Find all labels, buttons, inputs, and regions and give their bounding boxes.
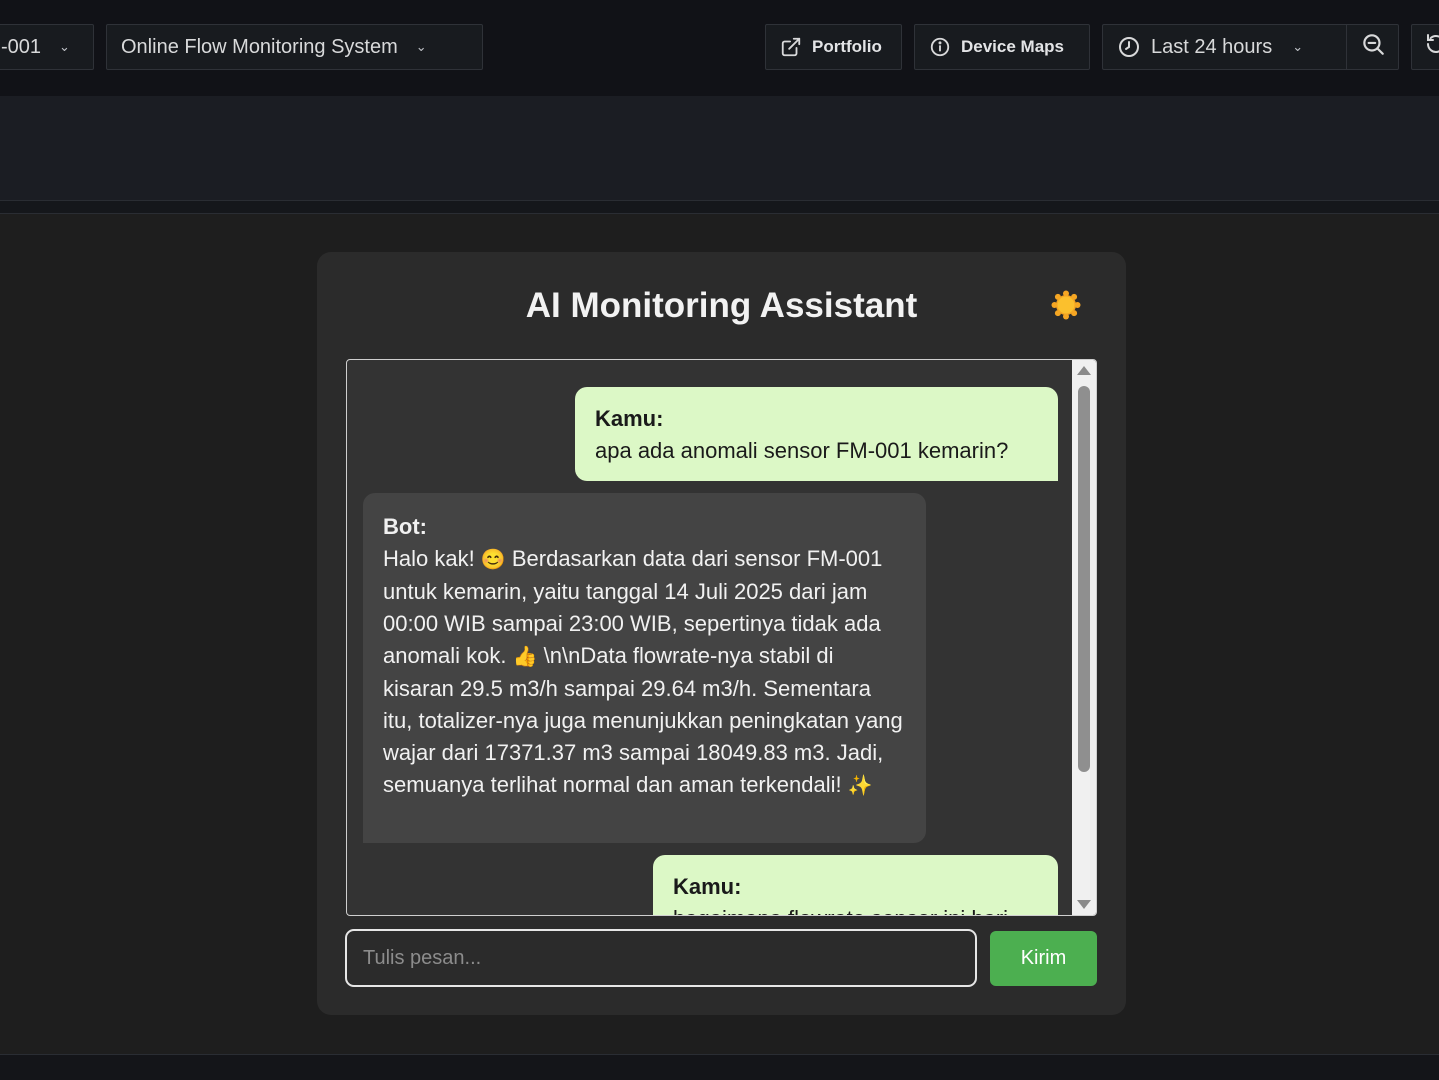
device-maps-button[interactable]: Device Maps	[914, 24, 1090, 70]
message-input[interactable]	[345, 929, 977, 987]
chevron-down-icon: ⌄	[415, 39, 427, 54]
scroll-up-arrow-icon[interactable]	[1077, 366, 1091, 375]
bottom-row	[0, 1054, 1439, 1080]
scroll-down-arrow-icon[interactable]	[1077, 900, 1091, 909]
message-text: apa ada anomali sensor FM-001 kemarin?	[595, 438, 1009, 463]
chat-title: AI Monitoring Assistant	[525, 286, 918, 325]
device-variable-value: -001	[1, 35, 42, 58]
refresh-button[interactable]	[1411, 24, 1439, 70]
time-range-label: Last 24 hours	[1151, 35, 1273, 58]
chat-scrollbar[interactable]	[1072, 360, 1096, 915]
user-message: Kamu: apa ada anomali sensor FM-001 kema…	[575, 387, 1058, 481]
sparkles-emoji-icon: ✨	[847, 775, 873, 797]
row-divider	[0, 201, 1439, 214]
clock-icon	[1117, 35, 1141, 59]
thumbs-up-emoji-icon: 👍	[512, 646, 538, 668]
smile-emoji-icon: 😊	[480, 549, 506, 571]
portfolio-label: Portfolio	[812, 37, 882, 56]
zoom-out-button[interactable]	[1346, 24, 1399, 70]
dashboard-select[interactable]: Online Flow Monitoring System ⌄	[106, 24, 483, 70]
device-variable-select[interactable]: -001 ⌄	[0, 24, 94, 70]
message-sender: Kamu:	[595, 406, 664, 431]
refresh-icon	[1424, 32, 1439, 62]
message-sender: Kamu:	[673, 874, 742, 899]
send-button[interactable]: Kirim	[990, 931, 1097, 986]
message-text: bagaimana flowrate sensor ini hari ini?	[673, 906, 1008, 915]
chat-messages[interactable]: Kamu: apa ada anomali sensor FM-001 kema…	[346, 359, 1097, 916]
device-maps-label: Device Maps	[961, 37, 1064, 56]
external-link-icon	[780, 36, 802, 58]
scroll-thumb[interactable]	[1078, 386, 1090, 772]
dashboard-title: Online Flow Monitoring System	[121, 35, 398, 58]
bot-message: Bot: Halo kak! 😊 Berdasarkan data dari s…	[363, 493, 926, 843]
chevron-down-icon: ⌄	[59, 39, 70, 54]
top-toolbar: -001 ⌄ Online Flow Monitoring System ⌄ P…	[0, 0, 1439, 96]
portfolio-link-button[interactable]: Portfolio	[765, 24, 902, 70]
chevron-down-icon: ⌄	[1292, 39, 1304, 54]
time-range-picker[interactable]: Last 24 hours ⌄	[1102, 24, 1346, 70]
message-sender: Bot:	[383, 514, 427, 539]
sun-icon[interactable]	[1050, 289, 1082, 321]
message-text-part1: Halo kak!	[383, 546, 481, 571]
zoom-out-icon	[1360, 31, 1386, 63]
info-circle-icon	[929, 36, 951, 58]
variables-row	[0, 96, 1439, 201]
user-message: Kamu: bagaimana flowrate sensor ini hari…	[653, 855, 1058, 915]
